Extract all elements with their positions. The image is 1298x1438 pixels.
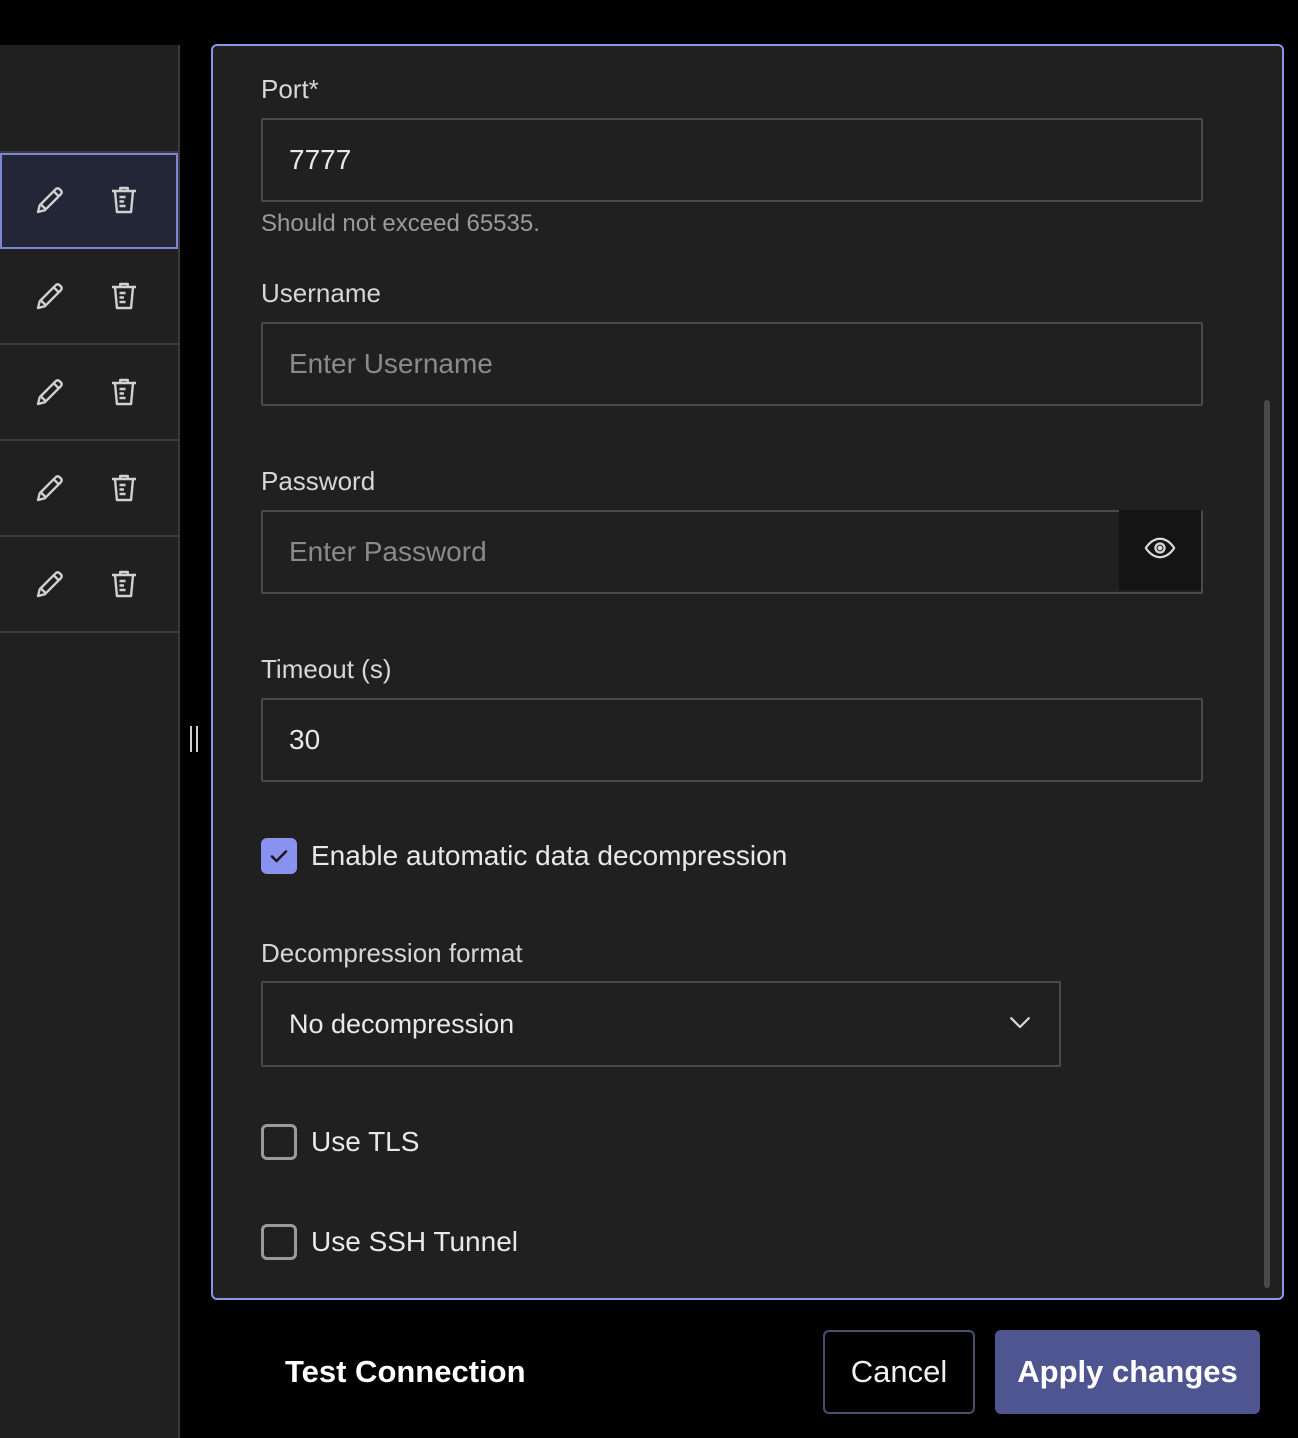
show-password-button[interactable] xyxy=(1119,510,1201,590)
list-item[interactable] xyxy=(0,537,178,633)
use-ssh-checkbox[interactable] xyxy=(261,1224,297,1260)
pencil-icon[interactable] xyxy=(30,276,70,316)
list-item[interactable] xyxy=(0,441,178,537)
pencil-icon[interactable] xyxy=(30,372,70,412)
use-tls-label: Use TLS xyxy=(311,1126,420,1157)
trash-icon[interactable] xyxy=(104,276,144,316)
auto-decompression-checkbox-row[interactable]: Enable automatic data decompression xyxy=(261,838,787,874)
chevron-down-icon xyxy=(1005,1007,1035,1042)
use-ssh-checkbox-row[interactable]: Use SSH Tunnel xyxy=(261,1224,518,1260)
list-header xyxy=(0,45,178,153)
eye-icon xyxy=(1143,531,1177,570)
password-input[interactable] xyxy=(261,510,1203,594)
trash-icon[interactable] xyxy=(104,180,144,220)
test-connection-button[interactable]: Test Connection xyxy=(258,1332,548,1412)
password-label: Password xyxy=(261,466,376,496)
apply-changes-button[interactable]: Apply changes xyxy=(995,1330,1260,1414)
trash-icon[interactable] xyxy=(104,564,144,604)
port-hint: Should not exceed 65535. xyxy=(261,210,540,237)
username-input[interactable] xyxy=(261,322,1203,406)
port-input[interactable] xyxy=(261,118,1203,202)
username-label: Username xyxy=(261,278,381,308)
list-item[interactable] xyxy=(0,153,178,249)
connections-list-panel xyxy=(0,45,180,1438)
cancel-button[interactable]: Cancel xyxy=(823,1330,975,1414)
checkmark-icon xyxy=(270,850,288,863)
pencil-icon[interactable] xyxy=(30,180,70,220)
use-tls-checkbox[interactable] xyxy=(261,1124,297,1160)
panel-resize-handle[interactable] xyxy=(188,726,200,754)
port-label: Port* xyxy=(261,74,319,104)
list-item[interactable] xyxy=(0,345,178,441)
timeout-input[interactable] xyxy=(261,698,1203,782)
use-ssh-label: Use SSH Tunnel xyxy=(311,1226,518,1257)
pencil-icon[interactable] xyxy=(30,564,70,604)
form-scrollbar[interactable] xyxy=(1264,400,1270,1288)
timeout-label: Timeout (s) xyxy=(261,654,392,684)
auto-decompression-checkbox[interactable] xyxy=(261,838,297,874)
list-item[interactable] xyxy=(0,249,178,345)
connection-form-panel: Port* Should not exceed 65535. Username … xyxy=(211,44,1284,1300)
decompression-format-label: Decompression format xyxy=(261,938,523,968)
pencil-icon[interactable] xyxy=(30,468,70,508)
trash-icon[interactable] xyxy=(104,372,144,412)
app-root: Port* Should not exceed 65535. Username … xyxy=(0,0,1298,1438)
use-tls-checkbox-row[interactable]: Use TLS xyxy=(261,1124,419,1160)
trash-icon[interactable] xyxy=(104,468,144,508)
auto-decompression-label: Enable automatic data decompression xyxy=(311,840,788,871)
decompression-format-value: No decompression xyxy=(289,1008,515,1039)
decompression-format-select[interactable]: No decompression xyxy=(261,981,1061,1067)
